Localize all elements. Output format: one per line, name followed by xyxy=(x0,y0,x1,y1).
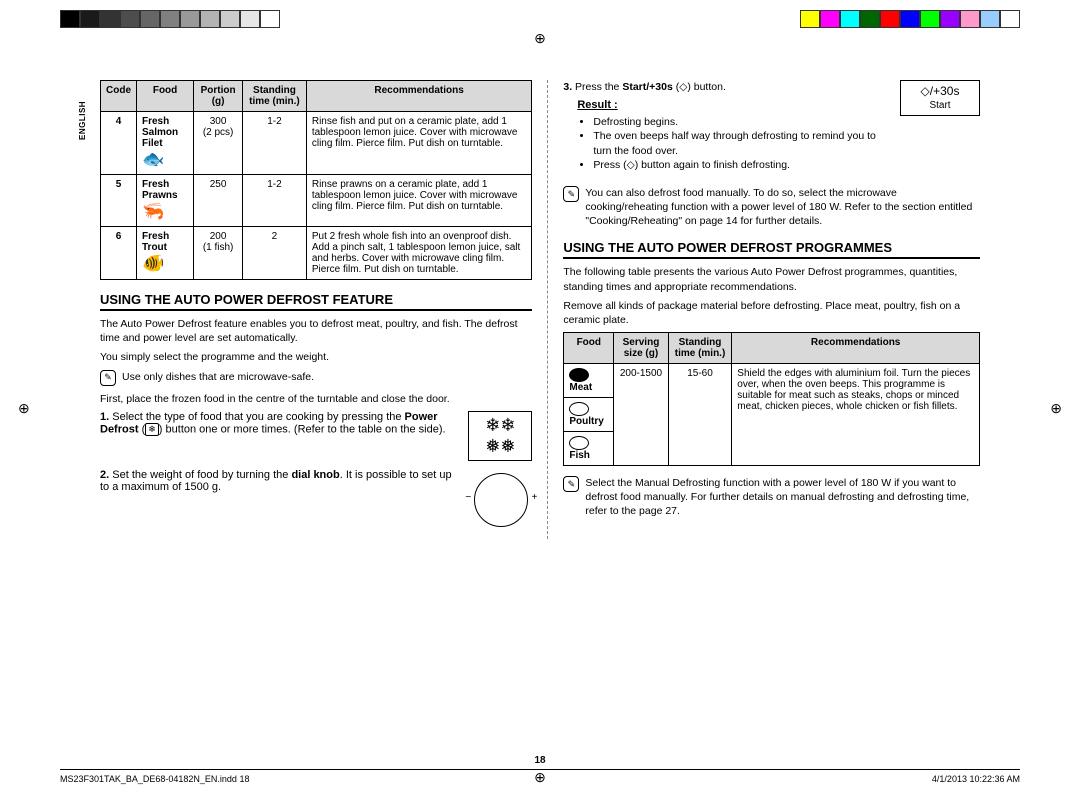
result-label: Result : xyxy=(577,99,617,111)
food-icon: 🐠 xyxy=(142,253,164,273)
table-row: 6 Fresh Trout🐠 200(1 fish) 2 Put 2 fresh… xyxy=(101,227,532,280)
list-item: Press (◇) button again to finish defrost… xyxy=(593,158,890,172)
step3-text-b: Start/+30s xyxy=(622,81,673,93)
programmes-table: Food Serving size (g) Standing time (min… xyxy=(563,332,980,466)
section-title-feature: USING THE AUTO POWER DEFROST FEATURE xyxy=(100,292,532,311)
th-time: Standing time (min.) xyxy=(243,81,307,112)
cell-portion: 200 xyxy=(210,231,227,242)
prog-intro1: The following table presents the various… xyxy=(563,265,980,293)
result-list: Defrosting begins. The oven beeps half w… xyxy=(577,115,890,172)
left-column: Code Food Portion (g) Standing time (min… xyxy=(100,80,532,539)
pre-steps-text: First, place the frozen food in the cent… xyxy=(100,392,532,406)
cell-rec: Put 2 fresh whole fish into an ovenproof… xyxy=(306,227,532,280)
step-3: 3. Press the Start/+30s (◇) button. Resu… xyxy=(563,80,980,178)
th-standing: Standing time (min.) xyxy=(668,333,732,364)
note-icon: ✎ xyxy=(563,186,579,202)
cell-rec: Shield the edges with aluminium foil. Tu… xyxy=(732,364,980,466)
color-calibration-bar-right xyxy=(800,10,1020,28)
th-portion: Portion (g) xyxy=(194,81,243,112)
cell-time: 2 xyxy=(243,227,307,280)
cell-portion-note: (2 pcs) xyxy=(203,127,234,138)
note-icon: ✎ xyxy=(563,476,579,492)
cell-portion-note: (1 fish) xyxy=(203,242,234,253)
table-row: 4 Fresh Salmon Filet🐟 300(2 pcs) 1-2 Rin… xyxy=(101,112,532,175)
cell-portion: 250 xyxy=(194,175,243,227)
cell-code: 4 xyxy=(116,116,122,127)
cell-code: 5 xyxy=(116,179,122,190)
start-30s-button-figure: ◇/+30sStart xyxy=(900,80,980,116)
feature-intro1: The Auto Power Defrost feature enables y… xyxy=(100,317,532,345)
footer-bar: MS23F301TAK_BA_DE68-04182N_EN.indd 18 4/… xyxy=(60,769,1020,784)
cell-serving: 200-1500 xyxy=(614,364,669,466)
cell-time: 1-2 xyxy=(243,112,307,175)
note-text: Use only dishes that are microwave-safe. xyxy=(122,370,314,386)
meat-icon xyxy=(569,368,589,382)
food-icon: 🐟 xyxy=(142,149,164,169)
cell-food: Fresh Trout xyxy=(142,231,169,253)
th-food: Food xyxy=(137,81,194,112)
footer-filename: MS23F301TAK_BA_DE68-04182N_EN.indd 18 xyxy=(60,774,249,784)
prog-intro2: Remove all kinds of package material bef… xyxy=(563,299,980,327)
cell-portion: 300 xyxy=(210,116,227,127)
color-calibration-bar-left xyxy=(60,10,280,28)
note-icon: ✎ xyxy=(100,370,116,386)
list-item: Defrosting begins. xyxy=(593,115,890,129)
food-icon: 🦐 xyxy=(142,201,164,221)
registration-mark-left: ⊕ xyxy=(18,400,30,417)
table-row: Meat 200-1500 15-60 Shield the edges wit… xyxy=(564,364,980,398)
step2-text-a: Set the weight of food by turning the xyxy=(112,469,291,481)
page-content: Code Food Portion (g) Standing time (min… xyxy=(0,0,1080,579)
footer-timestamp: 4/1/2013 10:22:36 AM xyxy=(932,774,1020,784)
th-rec: Recommendations xyxy=(732,333,980,364)
page-number: 18 xyxy=(0,755,1080,766)
note-manual-defrost-2: ✎ Select the Manual Defrosting function … xyxy=(563,476,980,519)
food-poultry: Poultry xyxy=(569,416,603,427)
language-label: ENGLISH xyxy=(78,101,87,140)
cell-rec: Rinse prawns on a ceramic plate, add 1 t… xyxy=(306,175,532,227)
dial-knob-figure xyxy=(470,469,532,531)
section-title-programmes: USING THE AUTO POWER DEFROST PROGRAMMES xyxy=(563,240,980,259)
fish-icon xyxy=(569,436,589,450)
power-defrost-button-figure: ❄❄❅❅ xyxy=(468,411,532,461)
food-fish: Fish xyxy=(569,450,590,461)
cell-food: Fresh Prawns xyxy=(142,179,178,201)
feature-intro2: You simply select the programme and the … xyxy=(100,350,532,364)
step3-text-c: button. xyxy=(691,81,726,93)
registration-mark-top: ⊕ xyxy=(534,30,546,47)
list-item: The oven beeps half way through defrosti… xyxy=(593,129,890,157)
cell-time: 1-2 xyxy=(243,175,307,227)
note-text: You can also defrost food manually. To d… xyxy=(585,186,980,229)
step3-text-a: Press the xyxy=(575,81,622,93)
cooking-table: Code Food Portion (g) Standing time (min… xyxy=(100,80,532,280)
table-row: 5 Fresh Prawns🦐 250 1-2 Rinse prawns on … xyxy=(101,175,532,227)
power-defrost-icon: ❄ xyxy=(145,423,159,436)
cell-standing: 15-60 xyxy=(668,364,732,466)
th-food: Food xyxy=(564,333,614,364)
cell-food: Fresh Salmon Filet xyxy=(142,116,178,149)
note-microwave-safe: ✎ Use only dishes that are microwave-saf… xyxy=(100,370,532,386)
right-column: 3. Press the Start/+30s (◇) button. Resu… xyxy=(547,80,980,539)
th-rec: Recommendations xyxy=(306,81,532,112)
cell-rec: Rinse fish and put on a ceramic plate, a… xyxy=(306,112,532,175)
registration-mark-right: ⊕ xyxy=(1050,400,1062,417)
note-text: Select the Manual Defrosting function wi… xyxy=(585,476,980,519)
th-code: Code xyxy=(101,81,137,112)
step2-text-b: dial knob xyxy=(291,469,339,481)
note-manual-defrost-1: ✎ You can also defrost food manually. To… xyxy=(563,186,980,229)
step1-text-c: button one or more times. (Refer to the … xyxy=(162,423,445,435)
step-1: 1. Select the type of food that you are … xyxy=(100,411,532,461)
cell-code: 6 xyxy=(116,231,122,242)
poultry-icon xyxy=(569,402,589,416)
food-meat: Meat xyxy=(569,382,592,393)
step-2: 2. Set the weight of food by turning the… xyxy=(100,469,532,531)
step1-text-a: Select the type of food that you are coo… xyxy=(112,411,404,423)
th-serving: Serving size (g) xyxy=(614,333,669,364)
